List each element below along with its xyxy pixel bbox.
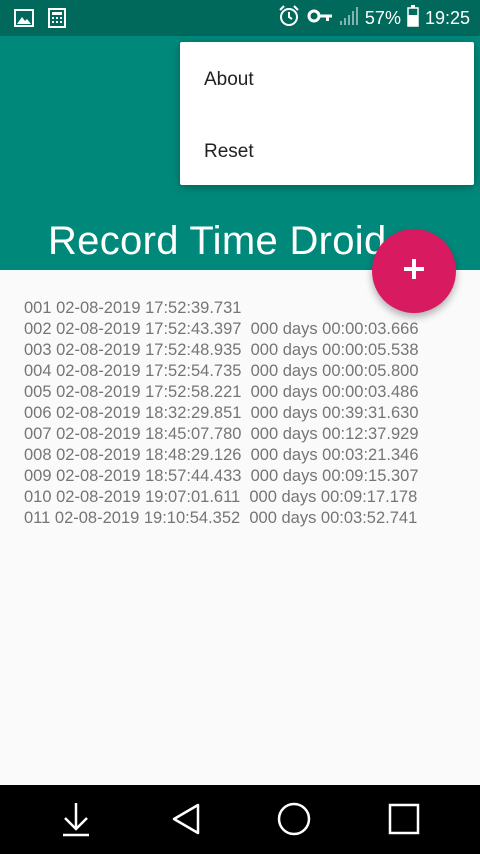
list-item: 008 02-08-2019 18:48:29.126 000 days 00:… [24,446,419,464]
download-icon[interactable] [56,799,96,839]
list-item: 004 02-08-2019 17:52:54.735 000 days 00:… [24,362,419,380]
navigation-bar [0,785,480,854]
system-status: 57% 19:25 [277,0,470,36]
signal-icon [339,6,359,31]
menu-item-about[interactable]: About [180,44,474,116]
battery-icon [407,4,419,32]
overflow-menu: About Reset [180,42,474,185]
plus-icon [402,257,426,285]
status-bar: 57% 19:25 [0,0,480,36]
list-item: 011 02-08-2019 19:10:54.352 000 days 00:… [24,509,418,527]
alarm-icon [277,4,301,33]
battery-percent: 57% [364,7,401,28]
list-item: 001 02-08-2019 17:52:39.731 [24,299,242,317]
back-icon[interactable] [166,799,206,839]
clock: 19:25 [424,7,470,28]
list-item: 003 02-08-2019 17:52:48.935 000 days 00:… [24,341,419,359]
records-list: 001 02-08-2019 17:52:39.731 002 02-08-20… [24,298,464,529]
list-item: 010 02-08-2019 19:07:01.611 000 days 00:… [24,488,418,506]
calculator-icon [48,8,66,32]
recents-icon[interactable] [384,799,424,839]
list-item: 006 02-08-2019 18:32:29.851 000 days 00:… [24,404,419,422]
home-icon[interactable] [274,799,314,839]
list-item: 005 02-08-2019 17:52:58.221 000 days 00:… [24,383,419,401]
notification-icons [14,8,66,32]
list-item: 007 02-08-2019 18:45:07.780 000 days 00:… [24,425,419,443]
menu-item-reset[interactable]: Reset [180,116,474,188]
image-icon [14,9,34,31]
app-title: Record Time Droid [48,219,387,263]
list-item: 009 02-08-2019 18:57:44.433 000 days 00:… [24,467,419,485]
list-item: 002 02-08-2019 17:52:43.397 000 days 00:… [24,320,419,338]
key-icon [307,8,333,29]
